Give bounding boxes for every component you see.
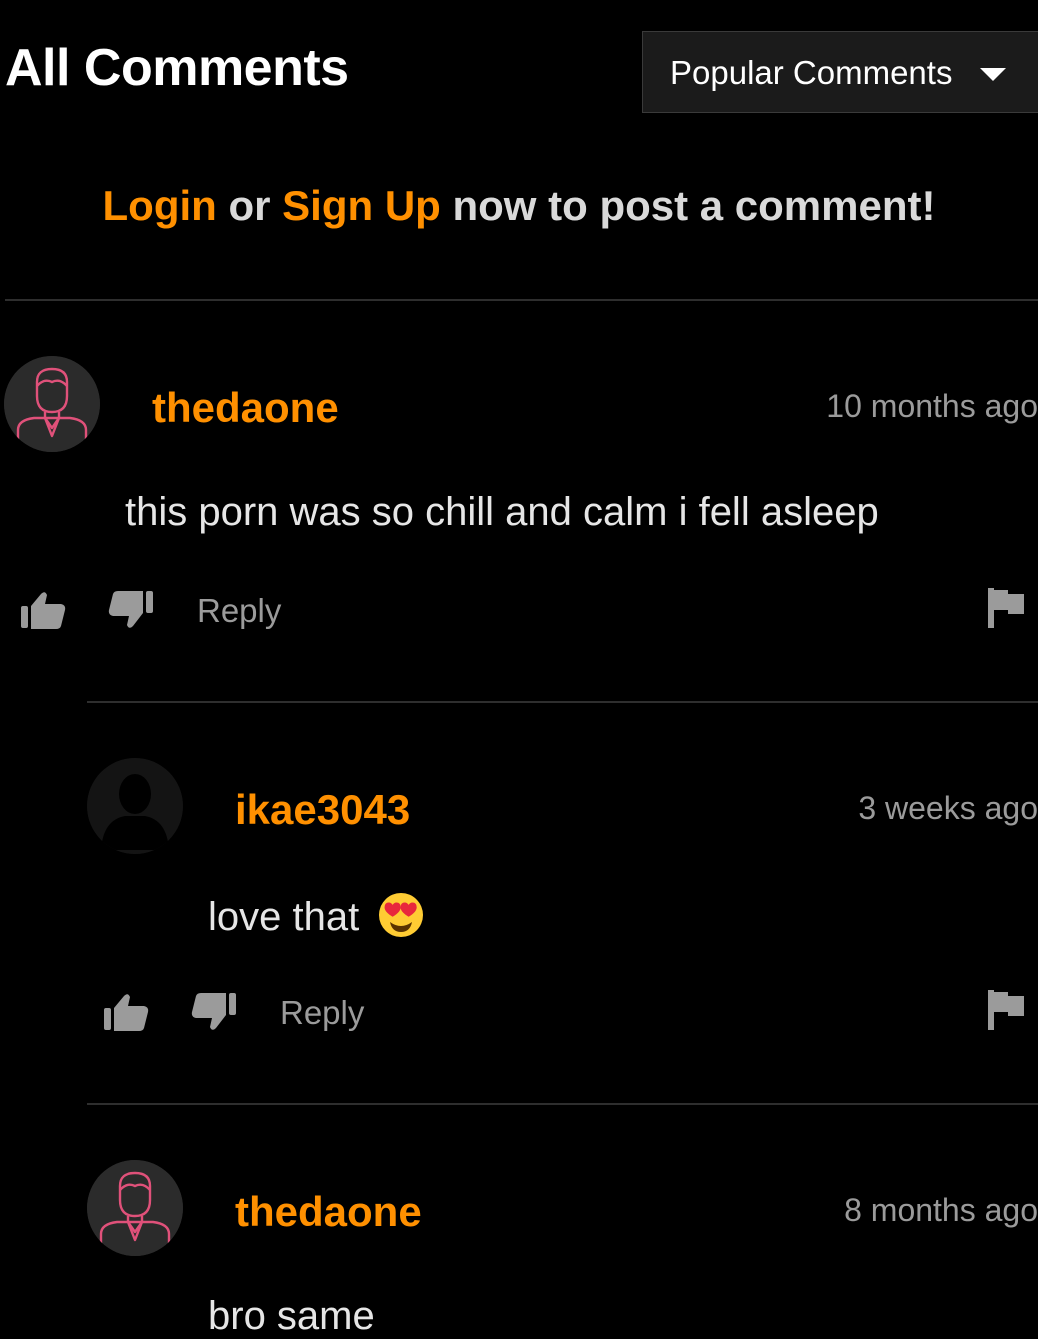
comment-text: this porn was so chill and calm i fell a… <box>125 490 879 534</box>
sort-dropdown[interactable]: Popular Comments <box>642 31 1038 113</box>
divider <box>87 701 1038 703</box>
avatar[interactable] <box>87 758 183 854</box>
flag-icon[interactable] <box>986 988 1026 1032</box>
comments-header: All Comments Popular Comments <box>0 0 1038 140</box>
comment-username[interactable]: ikae3043 <box>235 786 410 834</box>
comment-text: love that <box>208 895 360 939</box>
thumbs-up-icon[interactable] <box>102 988 150 1036</box>
user-outline-icon <box>4 356 100 452</box>
sort-selected-label: Popular Comments <box>670 54 953 91</box>
divider <box>5 299 1038 301</box>
thumbs-up-icon[interactable] <box>19 586 67 634</box>
divider <box>87 1103 1038 1105</box>
login-prompt-or: or <box>216 182 283 229</box>
flag-icon[interactable] <box>986 586 1026 630</box>
thumbs-down-icon[interactable] <box>190 988 238 1036</box>
heart-eyes-emoji <box>379 893 424 937</box>
reply-button[interactable]: Reply <box>280 994 364 1032</box>
comment-timestamp: 3 weeks ago <box>858 790 1038 826</box>
comment-timestamp: 8 months ago <box>844 1192 1038 1228</box>
login-prompt-suffix: now to post a comment! <box>440 182 936 229</box>
caret-down-icon <box>980 68 1006 81</box>
user-outline-icon <box>87 1160 183 1256</box>
comment-username[interactable]: thedaone <box>152 384 339 432</box>
thumbs-down-icon[interactable] <box>107 586 155 634</box>
reply-button[interactable]: Reply <box>197 592 281 630</box>
signup-link[interactable]: Sign Up <box>282 182 441 229</box>
login-prompt: Login or Sign Up now to post a comment! <box>0 182 1038 230</box>
comment-timestamp: 10 months ago <box>826 388 1038 424</box>
avatar[interactable] <box>4 356 100 452</box>
comment-text-row: love that <box>208 892 424 940</box>
comment-username[interactable]: thedaone <box>235 1188 422 1236</box>
avatar[interactable] <box>87 1160 183 1256</box>
page-title: All Comments <box>5 39 349 97</box>
comment-text: bro same <box>208 1294 375 1338</box>
silhouette-icon <box>87 758 183 854</box>
login-link[interactable]: Login <box>103 182 217 229</box>
